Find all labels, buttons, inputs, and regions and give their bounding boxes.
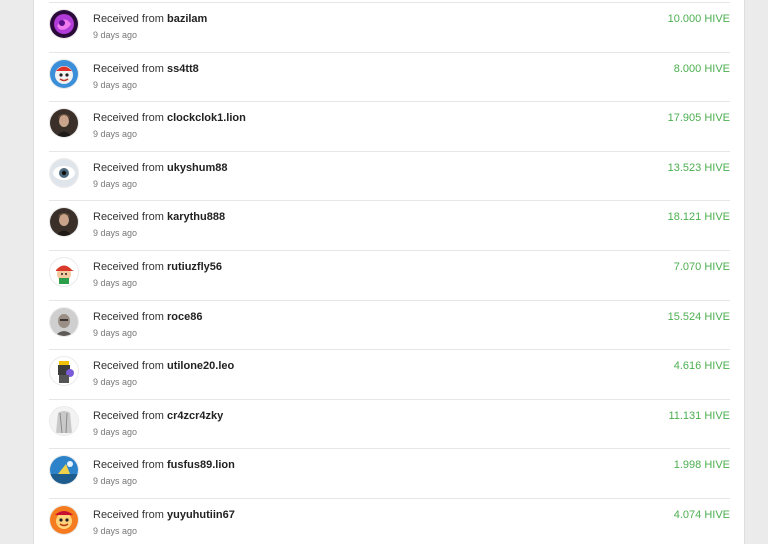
transfer-amount: 11.131 HIVE [668,409,730,422]
transfer-text: Received from roce86 9 days ago [93,310,202,339]
transfer-title: Received from ukyshum88 [93,161,228,175]
transfer-prefix: Received from [93,260,164,273]
transfer-text: Received from rutiuzfly56 9 days ago [93,260,222,289]
transfer-timestamp: 9 days ago [93,327,138,338]
transfer-timestamp: 9 days ago [93,228,138,239]
transfer-text: Received from clockclok1.lion 9 days ago [93,111,246,140]
transfer-text: Received from karythu888 9 days ago [93,210,225,239]
portrait-photo-avatar-icon[interactable] [50,208,78,237]
transfer-title: Received from karythu888 [93,210,225,224]
transfer-row-karythu888: Received from karythu888 9 days ago 18.1… [49,201,730,251]
transfer-title: Received from fusfus89.lion [93,458,235,472]
sender-username[interactable]: bazilam [167,13,207,25]
transfer-prefix: Received from [93,161,164,174]
transfer-amount: 10.000 HIVE [667,13,730,25]
transfer-list: Received from bazilam 9 days ago 10.000 … [49,2,730,544]
sender-username[interactable]: fusfus89.lion [167,459,235,471]
eye-avatar-icon[interactable] [50,158,78,187]
transfer-prefix: Received from [93,508,164,521]
pale-figure-avatar-icon[interactable] [50,406,78,435]
transfer-amount: 8.000 HIVE [673,62,730,75]
transfer-row-cr4zcr4zky: Received from cr4zcr4zky 9 days ago 11.1… [49,400,730,450]
purple-graffiti-avatar-icon[interactable] [50,10,78,38]
transfer-title: Received from ss4tt8 [93,62,199,76]
transfer-text: Received from bazilam 9 days ago [93,12,207,41]
grey-portrait-avatar-icon[interactable] [50,307,78,336]
transfer-text: Received from yuyuhutiin67 9 days ago [93,508,235,537]
transfer-text: Received from ukyshum88 9 days ago [93,161,228,190]
transfer-row-ss4tt8: Received from ss4tt8 9 days ago 8.000 HI… [49,53,730,103]
transfer-row-fusfus89.lion: Received from fusfus89.lion 9 days ago 1… [49,449,730,499]
transfer-amount: 4.616 HIVE [673,360,730,373]
transfer-timestamp: 9 days ago [93,129,138,140]
cartoon-cap-character-avatar-icon[interactable] [50,257,78,286]
sender-username[interactable]: yuyuhutiin67 [167,509,235,521]
transfer-prefix: Received from [93,211,164,224]
transfer-prefix: Received from [93,13,164,25]
sender-username[interactable]: ss4tt8 [167,63,199,75]
sender-username[interactable]: roce86 [167,311,202,323]
transfer-amount: 13.523 HIVE [667,161,730,174]
wallet-history-panel: Received from bazilam 9 days ago 10.000 … [33,0,745,544]
transfer-prefix: Received from [93,409,164,422]
transfer-row-roce86: Received from roce86 9 days ago 15.524 H… [49,301,730,351]
transfer-timestamp: 9 days ago [93,30,138,40]
transfer-timestamp: 9 days ago [93,476,138,487]
transfer-amount: 17.905 HIVE [667,112,730,125]
transfer-row-rutiuzfly56: Received from rutiuzfly56 9 days ago 7.0… [49,251,730,301]
transfer-row-utilone20.leo: Received from utilone20.leo 9 days ago 4… [49,350,730,400]
transfer-prefix: Received from [93,459,164,472]
transfer-prefix: Received from [93,112,164,125]
sender-username[interactable]: ukyshum88 [167,162,228,174]
transfer-prefix: Received from [93,360,164,373]
transfer-title: Received from bazilam [93,12,207,26]
transfer-text: Received from cr4zcr4zky 9 days ago [93,409,223,438]
cartoon-red-character-avatar-icon[interactable] [50,59,78,88]
transfer-text: Received from utilone20.leo 9 days ago [93,359,234,388]
transfer-timestamp: 9 days ago [93,178,138,189]
portrait-photo-avatar-icon[interactable] [50,109,78,138]
transfer-prefix: Received from [93,310,164,323]
transfer-amount: 1.998 HIVE [673,459,730,472]
transfer-timestamp: 9 days ago [93,277,138,288]
transfer-title: Received from rutiuzfly56 [93,260,222,274]
transfer-title: Received from cr4zcr4zky [93,409,223,423]
blue-scene-avatar-icon[interactable] [50,456,78,485]
transfer-amount: 4.074 HIVE [673,508,730,521]
sender-username[interactable]: rutiuzfly56 [167,261,222,273]
transfer-title: Received from yuyuhutiin67 [93,508,235,522]
robot-character-avatar-icon[interactable] [50,357,78,386]
transfer-title: Received from utilone20.leo [93,359,234,373]
sender-username[interactable]: karythu888 [167,211,225,223]
transfer-timestamp: 9 days ago [93,377,138,388]
transfer-row-clockclok1.lion: Received from clockclok1.lion 9 days ago… [49,102,730,152]
transfer-timestamp: 9 days ago [93,525,138,536]
transfer-text: Received from ss4tt8 9 days ago [93,62,199,91]
orange-character-avatar-icon[interactable] [50,505,78,534]
transfer-title: Received from clockclok1.lion [93,111,246,125]
transfer-row-ukyshum88: Received from ukyshum88 9 days ago 13.52… [49,152,730,202]
sender-username[interactable]: utilone20.leo [167,360,234,372]
transfer-prefix: Received from [93,62,164,75]
transfer-row-yuyuhutiin67: Received from yuyuhutiin67 9 days ago 4.… [49,499,730,544]
transfer-amount: 7.070 HIVE [673,260,730,273]
transfer-row-bazilam: Received from bazilam 9 days ago 10.000 … [49,3,730,53]
sender-username[interactable]: clockclok1.lion [167,112,246,124]
transfer-amount: 18.121 HIVE [667,211,730,224]
transfer-timestamp: 9 days ago [93,426,138,437]
transfer-title: Received from roce86 [93,310,202,324]
transfer-text: Received from fusfus89.lion 9 days ago [93,458,235,487]
transfer-timestamp: 9 days ago [93,79,138,90]
sender-username[interactable]: cr4zcr4zky [167,410,223,422]
transfer-amount: 15.524 HIVE [667,310,730,323]
